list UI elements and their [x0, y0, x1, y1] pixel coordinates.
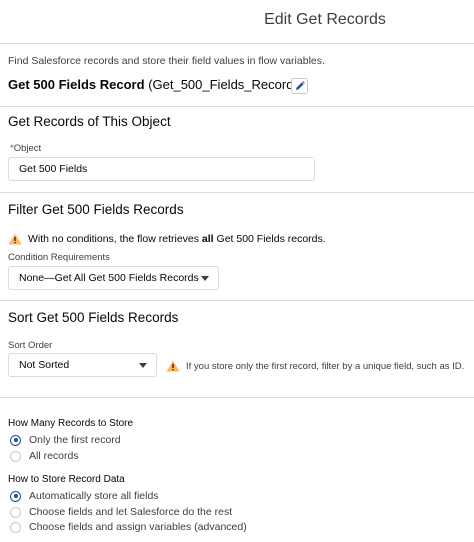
section-divider [0, 300, 474, 301]
modal-title: Edit Get Records [264, 11, 386, 28]
element-label: Get 500 Fields Record [8, 77, 145, 92]
how-to-store-label: How to Store Record Data [8, 474, 125, 485]
condition-requirements-select[interactable]: None—Get All Get 500 Fields Records [8, 266, 219, 290]
modal-header: Edit Get Records [0, 0, 474, 44]
warning-text-suffix: Get 500 Fields records. [216, 233, 326, 245]
radio-button[interactable] [10, 521, 21, 533]
radio-choose-fields-assign-variables[interactable]: Choose fields and assign variables (adva… [10, 521, 247, 533]
object-value: Get 500 Fields [19, 163, 88, 175]
radio-button[interactable] [10, 434, 21, 446]
condition-requirements-value: None—Get All Get 500 Fields Records [19, 272, 199, 284]
radio-button[interactable] [10, 450, 21, 462]
radio-label: All records [29, 450, 79, 462]
sort-order-value: Not Sorted [19, 359, 70, 371]
section-divider [0, 106, 474, 107]
condition-requirements-label: Condition Requirements [8, 252, 110, 263]
object-section-title: Get Records of This Object [8, 114, 171, 129]
chevron-down-icon [201, 276, 209, 281]
radio-auto-store-fields[interactable]: Automatically store all fields [10, 490, 159, 502]
element-api-name: (Get_500_Fields_Record) [148, 77, 298, 92]
filter-section-title: Filter Get 500 Fields Records [8, 202, 184, 217]
object-field-label: *Object [10, 143, 41, 154]
section-divider [0, 192, 474, 193]
edit-element-button[interactable] [291, 78, 308, 94]
object-input[interactable]: Get 500 Fields [8, 157, 315, 181]
pencil-icon [295, 81, 305, 90]
radio-button[interactable] [10, 506, 21, 518]
sort-section-title: Sort Get 500 Fields Records [8, 310, 179, 325]
sort-hint: If you store only the first record, filt… [166, 360, 464, 372]
radio-only-first-record[interactable]: Only the first record [10, 434, 121, 446]
warning-text-bold: all [201, 233, 214, 245]
sort-order-label: Sort Order [8, 340, 53, 351]
filter-warning: With no conditions, the flow retrieves a… [8, 233, 326, 245]
radio-label: Choose fields and let Salesforce do the … [29, 506, 233, 518]
radio-label: Automatically store all fields [29, 490, 159, 502]
sort-order-select[interactable]: Not Sorted [8, 353, 157, 377]
element-title: Get 500 Fields Record (Get_500_Fields_Re… [8, 77, 298, 92]
radio-choose-fields-salesforce[interactable]: Choose fields and let Salesforce do the … [10, 506, 232, 518]
section-divider [0, 397, 474, 398]
sort-hint-text: If you store only the first record, filt… [186, 360, 465, 372]
warning-text-prefix: With no conditions, the flow retrieves [28, 233, 199, 245]
radio-label: Choose fields and assign variables (adva… [29, 521, 247, 533]
radio-label: Only the first record [29, 434, 121, 446]
how-many-records-label: How Many Records to Store [8, 418, 134, 429]
warning-icon [8, 233, 22, 245]
element-description: Find Salesforce records and store their … [8, 55, 325, 67]
warning-icon [166, 360, 180, 372]
chevron-down-icon [139, 363, 147, 368]
radio-button[interactable] [10, 490, 21, 502]
object-label-text: Object [13, 143, 42, 154]
radio-all-records[interactable]: All records [10, 450, 79, 462]
